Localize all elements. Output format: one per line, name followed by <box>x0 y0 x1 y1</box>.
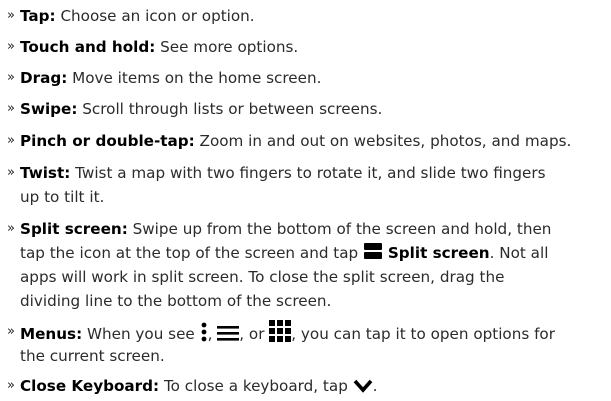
desc-swipe: Scroll through lists or between screens. <box>82 100 383 118</box>
term-swipe: Swipe: <box>20 100 78 118</box>
term-drag: Drag: <box>20 69 68 87</box>
term-split-screen: Split screen: <box>20 220 128 238</box>
term-twist: Twist: <box>20 164 71 182</box>
chevron-down-icon <box>353 377 373 401</box>
desc-split-line3: apps will work in split screen. To close… <box>20 268 505 286</box>
bullet-chevron: » <box>7 101 15 116</box>
desc-close-keyboard: To close a keyboard, tap <box>163 377 348 395</box>
bullet-chevron: » <box>7 70 15 85</box>
term-touch-and-hold: Touch and hold: <box>20 38 156 56</box>
apps-grid-icon <box>269 320 292 349</box>
split-screen-icon <box>363 241 383 268</box>
term-pinch: Pinch or double-tap: <box>20 132 195 150</box>
term-menus: Menus: <box>20 325 83 343</box>
desc-pinch: Zoom in and out on websites, photos, and… <box>199 132 572 150</box>
desc-twist-line2: up to tilt it. <box>20 188 105 206</box>
desc-menus-when: When you see <box>86 325 195 343</box>
term-close-keyboard: Close Keyboard: <box>20 377 160 395</box>
desc-twist-line1: Twist a map with two fingers to rotate i… <box>75 164 546 182</box>
desc-close-keyboard-period: . <box>372 377 378 395</box>
bullet-chevron: » <box>7 324 15 339</box>
desc-menus-tail: , you can tap it to open options for <box>291 325 555 343</box>
split-screen-label: Split screen <box>387 244 490 262</box>
desc-split-after-label: . Not all <box>489 244 549 262</box>
desc-split-line4: dividing line to the bottom of the scree… <box>20 292 332 310</box>
bullet-chevron: » <box>7 165 15 180</box>
desc-menus-comma: , <box>207 325 213 343</box>
desc-touch-and-hold: See more options. <box>160 38 299 56</box>
desc-menus-or: , or <box>239 325 265 343</box>
desc-drag: Move items on the home screen. <box>72 69 322 87</box>
bullet-chevron: » <box>7 378 15 393</box>
desc-split-line2: tap the icon at the top of the screen an… <box>20 244 359 262</box>
hamburger-menu-icon <box>217 324 240 349</box>
bullet-chevron: » <box>7 221 15 236</box>
term-tap: Tap: <box>20 7 56 25</box>
more-vert-icon <box>200 322 208 349</box>
desc-split-line1: Swipe up from the bottom of the screen a… <box>132 220 552 238</box>
desc-menus-line2: the current screen. <box>20 347 165 365</box>
bullet-chevron: » <box>7 133 15 148</box>
desc-tap: Choose an icon or option. <box>60 7 255 25</box>
bullet-chevron: » <box>7 39 15 54</box>
bullet-chevron: » <box>7 8 15 23</box>
